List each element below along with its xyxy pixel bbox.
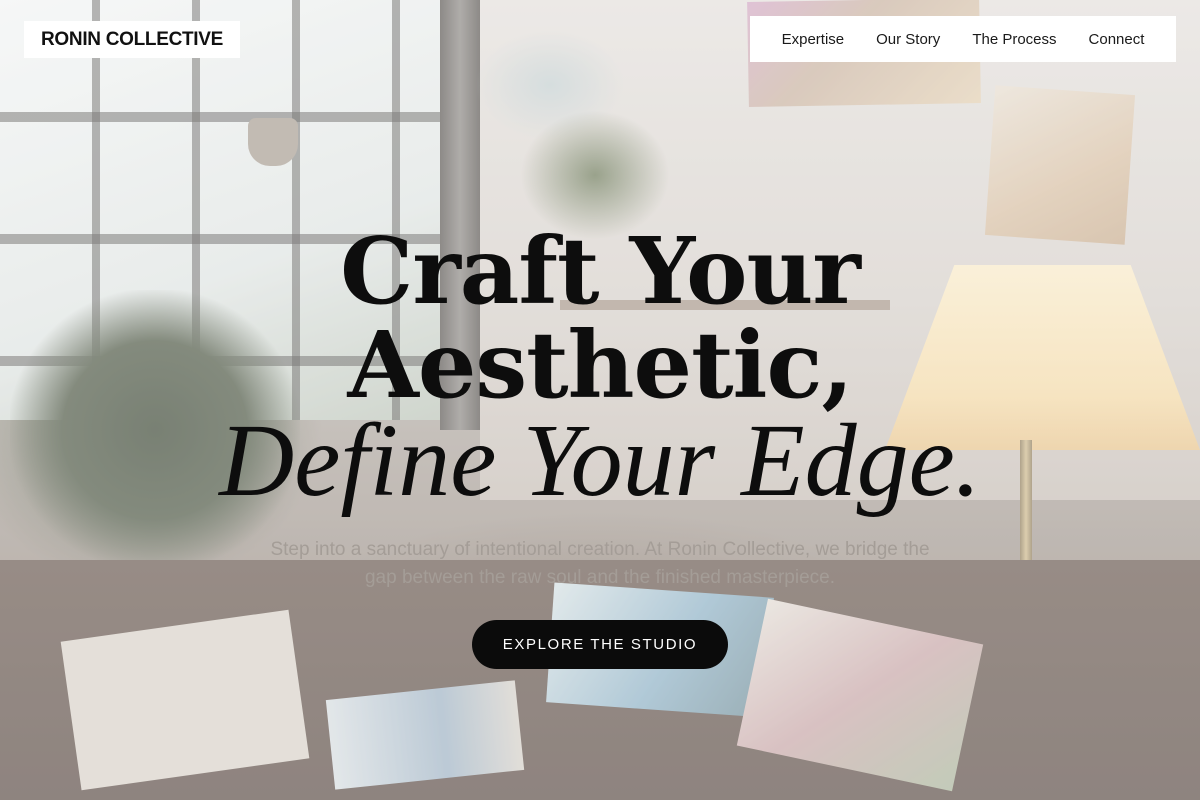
nav-link-our-story[interactable]: Our Story (876, 31, 940, 48)
nav-link-connect[interactable]: Connect (1089, 31, 1145, 48)
explore-studio-button[interactable]: EXPLORE THE STUDIO (472, 620, 728, 669)
headline-line-2: Aesthetic, (347, 311, 853, 419)
nav-link-expertise[interactable]: Expertise (782, 31, 845, 48)
site-logo[interactable]: RONIN COLLECTIVE (24, 21, 241, 58)
hero-subtitle: Step into a sanctuary of intentional cre… (270, 539, 930, 588)
headline-line-3: Define Your Edge. (219, 403, 981, 518)
logo-text: RONIN COLLECTIVE (41, 28, 224, 50)
main-nav: Expertise Our Story The Process Connect (750, 16, 1176, 62)
nav-link-the-process[interactable]: The Process (972, 31, 1056, 48)
hero-headline: Craft Your Aesthetic, Define Your Edge. (0, 217, 1200, 518)
headline-line-1: Craft Your (340, 217, 861, 325)
